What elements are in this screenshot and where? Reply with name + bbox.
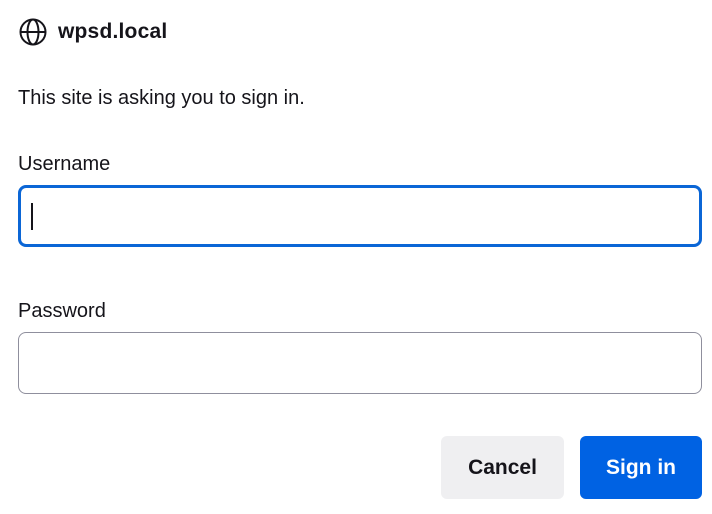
username-label: Username [18, 153, 111, 175]
site-name: wpsd.local [58, 20, 168, 43]
cancel-button[interactable]: Cancel [441, 436, 564, 499]
sign-in-dialog: wpsd.local This site is asking you to si… [0, 0, 712, 514]
username-input[interactable] [18, 185, 702, 247]
dialog-header: wpsd.local [18, 16, 167, 48]
sign-in-button[interactable]: Sign in [580, 436, 702, 499]
password-input[interactable] [18, 332, 702, 394]
sign-in-message: This site is asking you to sign in. [18, 87, 305, 109]
password-label: Password [18, 300, 106, 322]
text-caret [31, 203, 33, 230]
globe-icon [18, 17, 48, 47]
